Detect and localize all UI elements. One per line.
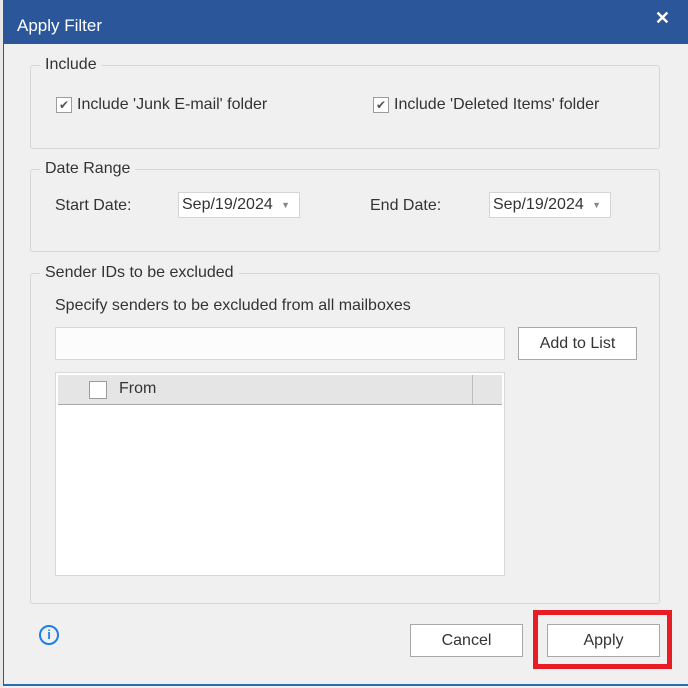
end-date-value: Sep/19/2024: [493, 196, 584, 213]
junk-email-label: Include 'Junk E-mail' folder: [77, 96, 268, 113]
column-separator[interactable]: [472, 375, 473, 404]
start-date-picker[interactable]: Sep/19/2024 ▼: [178, 192, 300, 218]
apply-highlight-annotation: [533, 610, 672, 669]
excluded-senders-table: From: [55, 372, 505, 576]
sender-ids-legend: Sender IDs to be excluded: [40, 264, 239, 282]
date-range-legend: Date Range: [40, 160, 136, 178]
include-legend: Include: [40, 56, 102, 74]
deleted-items-label: Include 'Deleted Items' folder: [394, 96, 600, 113]
title-bar: Apply Filter ✕: [4, 0, 688, 44]
select-all-checkbox[interactable]: [89, 381, 107, 399]
apply-filter-dialog: Apply Filter ✕ Include ✔ Include 'Junk E…: [3, 0, 688, 686]
start-date-value: Sep/19/2024: [182, 196, 273, 213]
deleted-items-checkbox[interactable]: ✔: [373, 97, 389, 113]
column-header-from[interactable]: From: [119, 380, 156, 398]
junk-email-checkbox[interactable]: ✔: [56, 97, 72, 113]
chevron-down-icon[interactable]: ▼: [592, 193, 601, 217]
info-icon[interactable]: i: [39, 625, 59, 645]
close-icon[interactable]: ✕: [655, 8, 670, 29]
junk-email-option[interactable]: ✔ Include 'Junk E-mail' folder: [56, 96, 267, 114]
add-to-list-button[interactable]: Add to List: [518, 327, 637, 360]
sender-input[interactable]: [55, 327, 505, 360]
end-date-label: End Date:: [370, 197, 442, 214]
cancel-button[interactable]: Cancel: [410, 624, 523, 657]
table-header: From: [58, 375, 502, 405]
sender-instruction: Specify senders to be excluded from all …: [55, 297, 411, 314]
dialog-title: Apply Filter: [17, 16, 103, 35]
end-date-picker[interactable]: Sep/19/2024 ▼: [489, 192, 611, 218]
chevron-down-icon[interactable]: ▼: [281, 193, 290, 217]
start-date-label: Start Date:: [55, 197, 132, 214]
deleted-items-option[interactable]: ✔ Include 'Deleted Items' folder: [373, 96, 599, 114]
